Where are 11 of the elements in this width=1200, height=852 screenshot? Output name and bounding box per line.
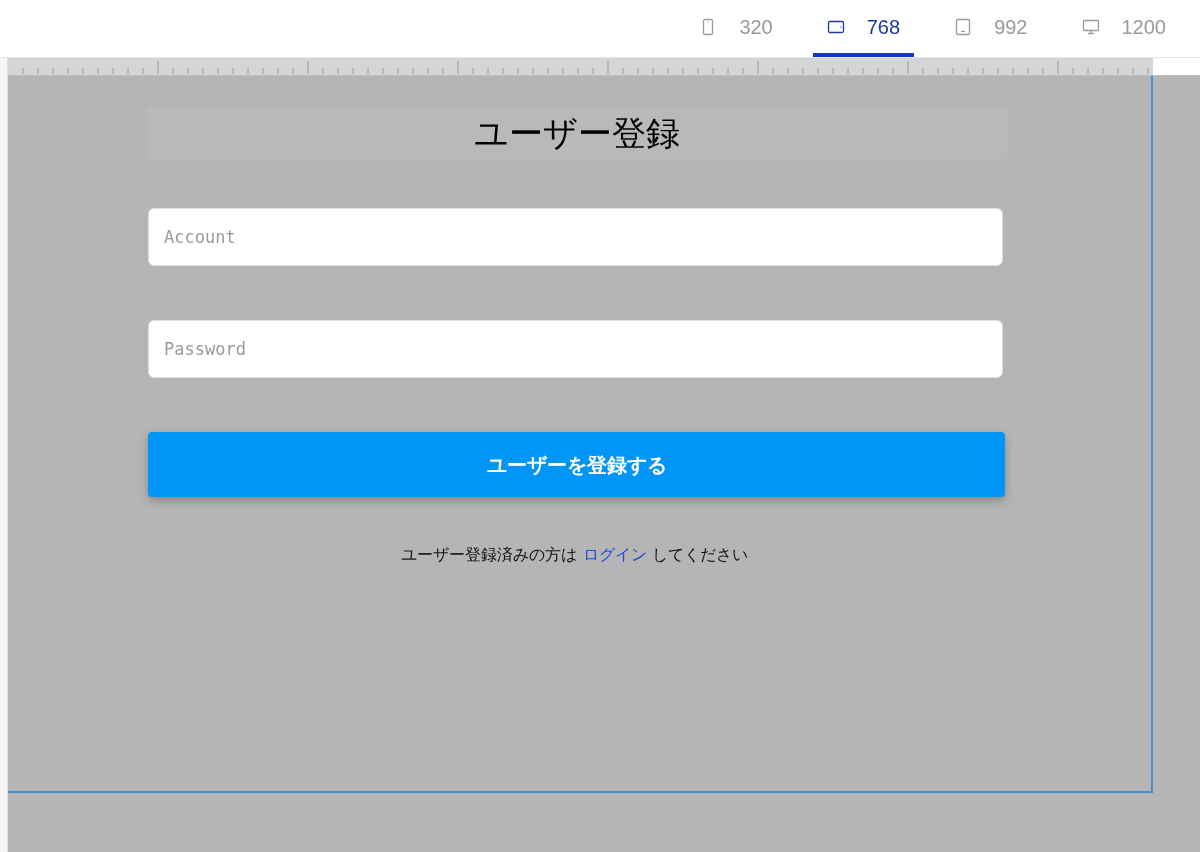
viewport-tab[interactable]: 992 [940, 0, 1042, 57]
monitor-icon [1081, 17, 1100, 36]
input-field[interactable]: Password [148, 320, 1003, 378]
register-button[interactable]: ユーザーを登録する [148, 432, 1005, 497]
page-title: ユーザー登録 [473, 111, 680, 155]
input-field[interactable]: Account [148, 208, 1003, 266]
tablet-icon [954, 17, 973, 36]
login-prompt: ユーザー登録済みの方は ログイン してください [401, 544, 748, 566]
viewport-tab[interactable]: 320 [685, 0, 787, 57]
login-link[interactable]: ログイン [582, 545, 647, 564]
viewport-tab[interactable]: 1200 [1067, 0, 1180, 57]
